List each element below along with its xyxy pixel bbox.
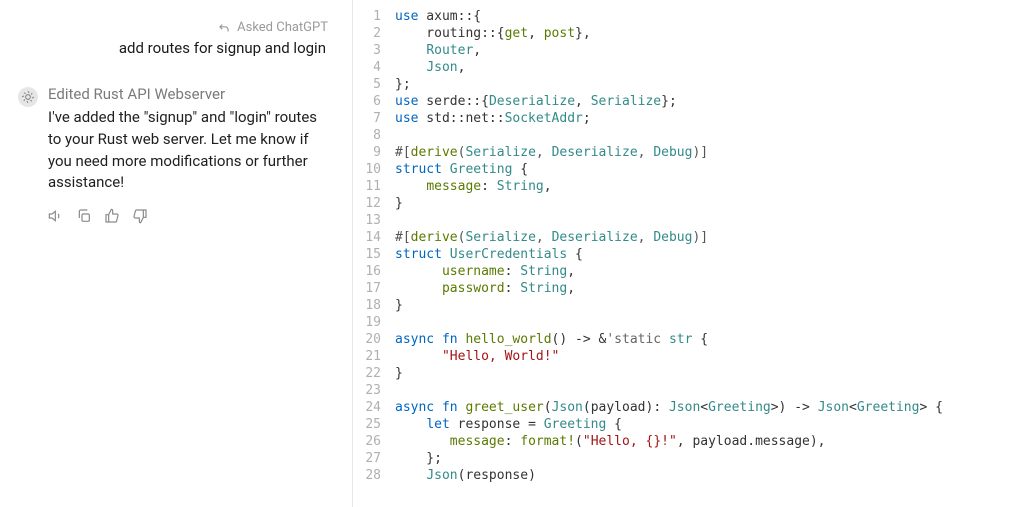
line-number: 21 <box>353 348 395 365</box>
code-line: 23 <box>353 382 1024 399</box>
line-number: 26 <box>353 433 395 450</box>
code-line: 2 routing::{get, post}, <box>353 25 1024 42</box>
code-content: } <box>395 297 1024 314</box>
code-line: 7use std::net::SocketAddr; <box>353 110 1024 127</box>
speaker-icon[interactable] <box>48 208 64 224</box>
code-line: 27 }; <box>353 450 1024 467</box>
code-editor[interactable]: 1use axum::{2 routing::{get, post},3 Rou… <box>352 0 1024 507</box>
line-number: 7 <box>353 110 395 127</box>
code-content: use std::net::SocketAddr; <box>395 110 1024 127</box>
code-content: message: format!("Hello, {}!", payload.m… <box>395 433 1024 450</box>
thumbs-down-icon[interactable] <box>132 208 148 224</box>
code-content: }; <box>395 76 1024 93</box>
response-actions <box>48 208 328 224</box>
code-line: 18} <box>353 297 1024 314</box>
line-number: 15 <box>353 246 395 263</box>
line-number: 16 <box>353 263 395 280</box>
line-number: 24 <box>353 399 395 416</box>
code-line: 15struct UserCredentials { <box>353 246 1024 263</box>
code-line: 19 <box>353 314 1024 331</box>
code-line: 16 username: String, <box>353 263 1024 280</box>
line-number: 27 <box>353 450 395 467</box>
code-content <box>395 212 1024 229</box>
code-line: 11 message: String, <box>353 178 1024 195</box>
code-line: 17 password: String, <box>353 280 1024 297</box>
code-content: use axum::{ <box>395 8 1024 25</box>
line-number: 11 <box>353 178 395 195</box>
code-line: 6use serde::{Deserialize, Serialize}; <box>353 93 1024 110</box>
code-content: #[derive(Serialize, Deserialize, Debug)] <box>395 144 1024 161</box>
line-number: 8 <box>353 127 395 144</box>
code-line: 13 <box>353 212 1024 229</box>
line-number: 17 <box>353 280 395 297</box>
code-line: 8 <box>353 127 1024 144</box>
line-number: 25 <box>353 416 395 433</box>
line-number: 10 <box>353 161 395 178</box>
code-content: use serde::{Deserialize, Serialize}; <box>395 93 1024 110</box>
line-number: 9 <box>353 144 395 161</box>
line-number: 3 <box>353 42 395 59</box>
reply-arrow-icon <box>217 21 231 35</box>
code-line: 10struct Greeting { <box>353 161 1024 178</box>
code-content: Json, <box>395 59 1024 76</box>
line-number: 12 <box>353 195 395 212</box>
line-number: 14 <box>353 229 395 246</box>
user-query: add routes for signup and login <box>18 39 328 57</box>
code-line: 20async fn hello_world() -> &'static str… <box>353 331 1024 348</box>
line-number: 1 <box>353 8 395 25</box>
code-content: password: String, <box>395 280 1024 297</box>
code-content: struct UserCredentials { <box>395 246 1024 263</box>
code-content: struct Greeting { <box>395 161 1024 178</box>
line-number: 6 <box>353 93 395 110</box>
response-body: I've added the "signup" and "login" rout… <box>48 107 328 194</box>
line-number: 22 <box>353 365 395 382</box>
code-content: "Hello, World!" <box>395 348 1024 365</box>
code-content: async fn hello_world() -> &'static str { <box>395 331 1024 348</box>
code-content: async fn greet_user(Json(payload): Json<… <box>395 399 1024 416</box>
code-content: Json(response) <box>395 467 1024 484</box>
code-line: 1use axum::{ <box>353 8 1024 25</box>
code-line: 26 message: format!("Hello, {}!", payloa… <box>353 433 1024 450</box>
code-line: 5}; <box>353 76 1024 93</box>
line-number: 23 <box>353 382 395 399</box>
code-content: #[derive(Serialize, Deserialize, Debug)] <box>395 229 1024 246</box>
code-line: 9#[derive(Serialize, Deserialize, Debug)… <box>353 144 1024 161</box>
line-number: 2 <box>353 25 395 42</box>
chat-sidebar: Asked ChatGPT add routes for signup and … <box>0 0 352 507</box>
code-line: 12} <box>353 195 1024 212</box>
code-content <box>395 314 1024 331</box>
code-line: 28 Json(response) <box>353 467 1024 484</box>
code-content: } <box>395 365 1024 382</box>
code-content: Router, <box>395 42 1024 59</box>
code-line: 3 Router, <box>353 42 1024 59</box>
code-line: 22} <box>353 365 1024 382</box>
code-content: } <box>395 195 1024 212</box>
asked-label-row: Asked ChatGPT <box>18 20 328 35</box>
code-content: username: String, <box>395 263 1024 280</box>
thumbs-up-icon[interactable] <box>104 208 120 224</box>
code-line: 4 Json, <box>353 59 1024 76</box>
line-number: 28 <box>353 467 395 484</box>
line-number: 13 <box>353 212 395 229</box>
response-title: Edited Rust API Webserver <box>48 85 328 103</box>
line-number: 19 <box>353 314 395 331</box>
assistant-response: Edited Rust API Webserver I've added the… <box>18 85 328 194</box>
code-content <box>395 127 1024 144</box>
line-number: 5 <box>353 76 395 93</box>
line-number: 4 <box>353 59 395 76</box>
code-content: message: String, <box>395 178 1024 195</box>
assistant-avatar-icon <box>18 87 38 107</box>
code-content <box>395 382 1024 399</box>
code-line: 14#[derive(Serialize, Deserialize, Debug… <box>353 229 1024 246</box>
copy-icon[interactable] <box>76 208 92 224</box>
line-number: 20 <box>353 331 395 348</box>
code-line: 21 "Hello, World!" <box>353 348 1024 365</box>
asked-label-text: Asked ChatGPT <box>237 20 328 35</box>
code-content: }; <box>395 450 1024 467</box>
line-number: 18 <box>353 297 395 314</box>
code-line: 25 let response = Greeting { <box>353 416 1024 433</box>
code-content: let response = Greeting { <box>395 416 1024 433</box>
code-line: 24async fn greet_user(Json(payload): Jso… <box>353 399 1024 416</box>
code-content: routing::{get, post}, <box>395 25 1024 42</box>
